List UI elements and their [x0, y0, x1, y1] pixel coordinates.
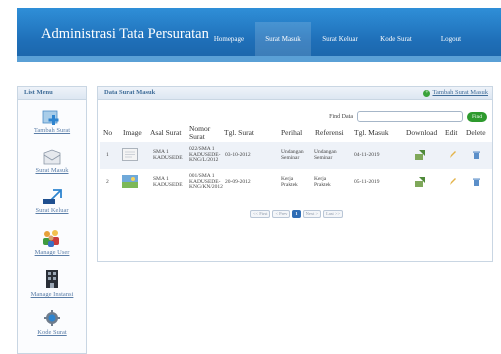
- download-icon[interactable]: [415, 177, 426, 187]
- app-header: Administrasi Tata Persuratan Homepage Su…: [17, 8, 501, 62]
- column-header-asal-surat: Asal Surat: [150, 128, 182, 137]
- column-header-referensi: Referensi: [315, 128, 344, 137]
- sidebar-item-surat-masuk[interactable]: Surat Masuk: [18, 149, 86, 174]
- pagination: << First < Prev 1 Next > Last >>: [250, 210, 345, 218]
- column-header-tgl-masuk: Tgl. Masuk: [354, 128, 389, 137]
- inbox-mail-icon: [43, 149, 61, 165]
- sidebar-item-label: Manage Instansi: [30, 291, 74, 298]
- nav-surat-keluar[interactable]: Surat Keluar: [311, 22, 369, 56]
- find-label: Find Data: [329, 113, 353, 120]
- table-row: 1 SMA 1 KADUSEDE 022/SMA 1 KADUSEDE- KNG…: [100, 142, 492, 169]
- photo-thumbnail-icon[interactable]: [122, 175, 138, 188]
- cell-line: KADUSEDE: [153, 181, 183, 188]
- cell-no: 2: [106, 179, 109, 185]
- sidebar-item-label: Surat Masuk: [35, 167, 69, 174]
- delete-trash-icon[interactable]: [473, 151, 480, 159]
- cell-tgl-masuk: 05-11-2019: [354, 179, 380, 185]
- column-header-tgl-surat: Tgl. Surat: [224, 128, 254, 137]
- sidebar-item-tambah-surat[interactable]: Tambah Surat: [18, 109, 86, 134]
- pager-next[interactable]: Next >: [302, 210, 322, 218]
- panel-header: Data Surat Masuk + Tambah Surat Masuk: [98, 87, 492, 100]
- add-surat-masuk-label: Tambah Surat Masuk: [432, 89, 488, 96]
- cell-line: Seminar: [314, 154, 333, 161]
- find-bar: Find Data Find: [329, 110, 487, 123]
- nav-homepage[interactable]: Homepage: [203, 22, 255, 56]
- building-icon: [46, 270, 58, 288]
- document-thumbnail-icon[interactable]: [122, 148, 138, 161]
- cell-line: KNG/KN/2012: [189, 184, 223, 190]
- nav-kode-surat[interactable]: Kode Surat: [369, 22, 423, 56]
- cell-line: Seminar: [281, 154, 300, 161]
- cell-line: Praktek: [314, 181, 331, 188]
- sidebar-menu: List Menu Tambah Surat Surat Masuk Surat…: [17, 86, 87, 354]
- column-header-nomor-surat: Nomor Surat: [189, 124, 211, 141]
- add-mail-icon: [42, 110, 59, 125]
- plus-icon: +: [423, 90, 431, 97]
- pager-prev[interactable]: < Prev: [272, 210, 291, 218]
- outbox-arrow-icon: [43, 189, 62, 204]
- cell-tgl-masuk: 04-11-2019: [354, 152, 380, 158]
- cell-line: KNG/L/2012: [189, 157, 219, 163]
- pager-page-1[interactable]: 1: [292, 210, 301, 218]
- cell-tgl-surat: 20-09-2012: [225, 179, 251, 185]
- cell-no: 1: [106, 152, 109, 158]
- cell-asal-surat: SMA 1 KADUSEDE: [153, 176, 183, 188]
- edit-pencil-icon[interactable]: [449, 178, 456, 186]
- sidebar-item-label: Tambah Surat: [33, 127, 71, 134]
- gear-code-icon: [44, 310, 60, 326]
- find-button[interactable]: Find: [467, 111, 487, 122]
- cell-asal-surat: SMA 1 KADUSEDE: [153, 149, 183, 161]
- cell-perihal: Undangan Seminar: [281, 149, 304, 161]
- cell-line: Praktek: [281, 181, 298, 188]
- cell-nomor-surat: 001/SMA 1 KADUSEDE- KNG/KN/2012: [189, 173, 223, 191]
- sidebar-item-manage-user[interactable]: Manage User: [18, 229, 86, 256]
- pager-last[interactable]: Last >>: [323, 210, 344, 218]
- column-header-perihal: Perihal: [281, 128, 303, 137]
- data-panel: Data Surat Masuk + Tambah Surat Masuk Fin…: [97, 86, 493, 262]
- sidebar-item-label: Manage User: [34, 249, 70, 256]
- users-group-icon: [43, 230, 59, 247]
- delete-trash-icon[interactable]: [473, 178, 480, 186]
- column-header-no: No: [103, 128, 113, 137]
- sidebar-item-label: Surat Keluar: [35, 207, 69, 214]
- edit-pencil-icon[interactable]: [449, 151, 456, 159]
- cell-perihal: Kerja Praktek: [281, 176, 298, 188]
- panel-title: Data Surat Masuk: [104, 89, 156, 96]
- sidebar-title: List Menu: [18, 87, 86, 100]
- cell-tgl-surat: 03-10-2012: [225, 152, 251, 158]
- nav-logout[interactable]: Logout: [423, 22, 479, 56]
- sidebar-item-label: Kode Surat: [37, 329, 67, 336]
- table-row: 2 SMA 1 KADUSEDE 001/SMA 1 KADUSEDE- KNG…: [100, 169, 492, 196]
- column-header-image: Image: [123, 128, 142, 137]
- app-title: Administrasi Tata Persuratan: [41, 26, 209, 42]
- sidebar-item-surat-keluar[interactable]: Surat Keluar: [18, 189, 86, 214]
- add-surat-masuk-link[interactable]: + Tambah Surat Masuk: [423, 89, 488, 97]
- sidebar-item-kode-surat[interactable]: Kode Surat: [18, 309, 86, 336]
- find-input[interactable]: [357, 111, 463, 122]
- cell-line: KADUSEDE: [153, 154, 183, 161]
- nav-surat-masuk[interactable]: Surat Masuk: [255, 22, 311, 56]
- column-header-download: Download: [406, 128, 438, 137]
- top-nav: Homepage Surat Masuk Surat Keluar Kode S…: [203, 22, 479, 56]
- column-header-delete: Delete: [466, 128, 486, 137]
- header-strip: [17, 56, 501, 62]
- cell-referensi: Undangan Seminar: [314, 149, 337, 161]
- column-header-edit: Edit: [445, 128, 458, 137]
- download-icon[interactable]: [415, 150, 426, 160]
- pager-first[interactable]: << First: [250, 210, 271, 218]
- cell-referensi: Kerja Praktek: [314, 176, 331, 188]
- sidebar-item-manage-instansi[interactable]: Manage Instansi: [18, 269, 86, 298]
- cell-nomor-surat: 022/SMA 1 KADUSEDE- KNG/L/2012: [189, 146, 220, 164]
